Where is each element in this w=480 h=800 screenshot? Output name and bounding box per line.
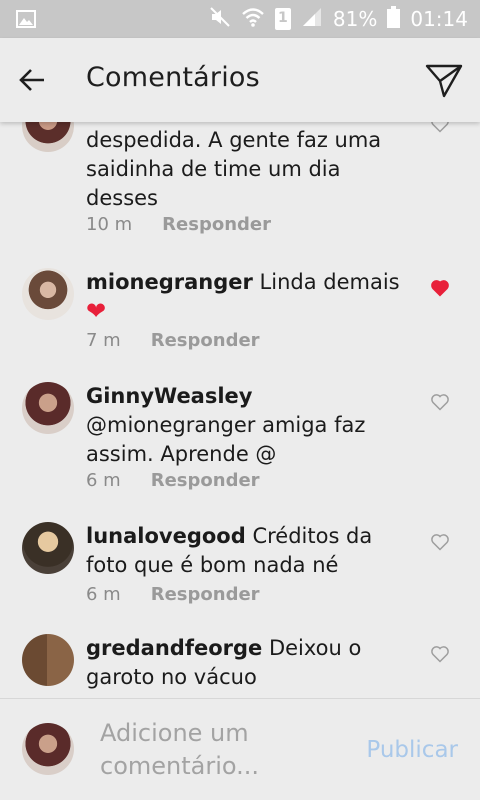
heart-outline-icon[interactable] <box>430 392 450 412</box>
heart-outline-icon[interactable] <box>430 532 450 552</box>
clock: 01:14 <box>410 7 468 31</box>
comment-text: GinnyWeasley @mionegranger amiga faz ass… <box>86 382 416 469</box>
sim-icon: 1 <box>274 8 291 30</box>
heart-filled-icon[interactable] <box>430 278 450 298</box>
reply-button[interactable]: Responder <box>151 470 260 491</box>
gallery-notification-icon <box>16 10 36 32</box>
avatar[interactable] <box>22 634 74 686</box>
status-bar: 1 81% 01:14 <box>0 0 480 38</box>
reply-button[interactable]: Responder <box>151 330 260 351</box>
comment-text: gredandfeorge Deixou o garoto no vácuo <box>86 634 416 692</box>
avatar[interactable] <box>22 522 74 574</box>
comment-time: 6 m <box>86 470 121 491</box>
comments-list[interactable]: despedida. A gente faz uma saidinha de t… <box>0 122 480 698</box>
arrow-back-icon <box>19 69 44 91</box>
avatar[interactable] <box>22 268 74 320</box>
current-user-avatar <box>22 723 74 775</box>
comment-time: 6 m <box>86 584 121 605</box>
comment-time: 10 m <box>86 214 133 235</box>
battery-icon <box>387 6 401 32</box>
comment-username[interactable]: lunalovegood <box>86 524 246 548</box>
comment-time: 7 m <box>86 330 121 351</box>
heart-outline-icon[interactable] <box>430 644 450 664</box>
direct-send-button[interactable] <box>422 58 466 102</box>
page-title: Comentários <box>86 62 260 93</box>
comment-input[interactable]: Adicione um comentário... <box>100 717 330 783</box>
red-heart-emoji: ❤ <box>86 297 107 325</box>
comment-username[interactable]: mionegranger <box>86 270 253 294</box>
comment-username[interactable]: gredandfeorge <box>86 636 262 660</box>
sim-label: 1 <box>278 10 288 26</box>
avatar[interactable] <box>22 382 74 434</box>
comment-body: Linda demais <box>259 270 400 294</box>
battery-percent: 81% <box>332 7 378 31</box>
back-button[interactable] <box>14 62 50 98</box>
publish-button[interactable]: Publicar <box>366 737 458 763</box>
comment-text: mionegranger Linda demais ❤ <box>86 268 416 327</box>
mute-icon <box>209 6 231 32</box>
signal-icon <box>301 6 323 32</box>
reply-button[interactable]: Responder <box>151 584 260 605</box>
avatar[interactable] <box>22 122 74 152</box>
reply-button[interactable]: Responder <box>162 214 271 235</box>
paper-plane-icon <box>425 64 463 98</box>
comment-text: despedida. A gente faz uma saidinha de t… <box>86 128 382 210</box>
app-bar: Comentários <box>0 38 480 122</box>
comment-text: lunalovegood Créditos da foto que é bom … <box>86 522 416 580</box>
heart-outline-icon[interactable] <box>430 122 450 134</box>
comment-composer: Adicione um comentário... Publicar <box>0 698 480 800</box>
comment-body: @mionegranger amiga faz assim. Aprende @ <box>86 413 366 466</box>
wifi-icon <box>241 7 265 31</box>
comment-username[interactable]: GinnyWeasley <box>86 384 252 408</box>
